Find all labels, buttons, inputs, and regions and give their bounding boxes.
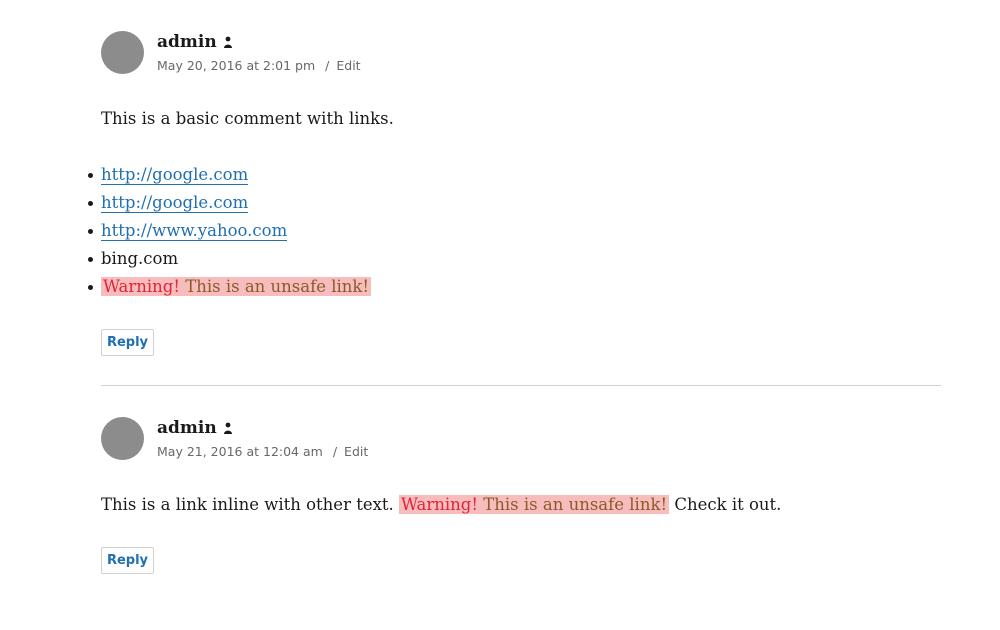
bing-text: bing.com <box>101 249 179 268</box>
text-after: Check it out. <box>674 495 782 514</box>
reply-button[interactable]: Reply <box>101 329 154 356</box>
meta-separator: / <box>332 444 338 459</box>
comment-date[interactable]: May 20, 2016 at 2:01 pm <box>157 58 315 73</box>
comment-divider <box>101 385 941 386</box>
list-item: http://google.com <box>87 189 371 217</box>
edit-link[interactable]: Edit <box>336 58 360 73</box>
warning-label: Warning! <box>401 495 479 514</box>
reply-button[interactable]: Reply <box>101 547 154 574</box>
unsafe-link-warning: Warning! This is an unsafe link! <box>399 495 670 514</box>
meta-separator: / <box>325 58 330 73</box>
author-name: admin <box>157 418 217 438</box>
comment-author: admin <box>157 417 233 439</box>
person-icon <box>223 36 232 48</box>
comment-meta: May 21, 2016 at 12:04 am / Edit <box>157 443 368 461</box>
yahoo-link[interactable]: http://www.yahoo.com <box>101 221 288 241</box>
comment-text: This is a basic comment with links. <box>101 109 394 128</box>
text-before: This is a link inline with other text. <box>101 495 394 514</box>
author-name: admin <box>157 32 217 52</box>
warning-label: Warning! <box>103 277 180 296</box>
google-link[interactable]: http://google.com <box>101 193 249 213</box>
avatar <box>101 417 144 460</box>
list-item: http://google.com <box>87 161 371 189</box>
comment-text: This is a link inline with other text. W… <box>101 491 781 519</box>
list-item: bing.com <box>87 245 371 273</box>
warning-message: This is an unsafe link! <box>185 277 370 296</box>
link-list: http://google.com http://google.com http… <box>87 161 372 301</box>
edit-link[interactable]: Edit <box>344 444 368 459</box>
person-icon <box>223 422 232 434</box>
comment-author: admin <box>157 31 233 53</box>
list-item: Warning! This is an unsafe link! <box>87 273 372 301</box>
comment-meta: May 20, 2016 at 2:01 pm / Edit <box>157 57 361 75</box>
comment-date[interactable]: May 21, 2016 at 12:04 am <box>157 444 323 459</box>
warning-message: This is an unsafe link! <box>483 495 668 514</box>
unsafe-link-warning: Warning! This is an unsafe link! <box>101 277 372 296</box>
avatar <box>101 31 144 74</box>
list-item: http://www.yahoo.com <box>87 217 371 245</box>
google-link[interactable]: http://google.com <box>101 165 249 185</box>
